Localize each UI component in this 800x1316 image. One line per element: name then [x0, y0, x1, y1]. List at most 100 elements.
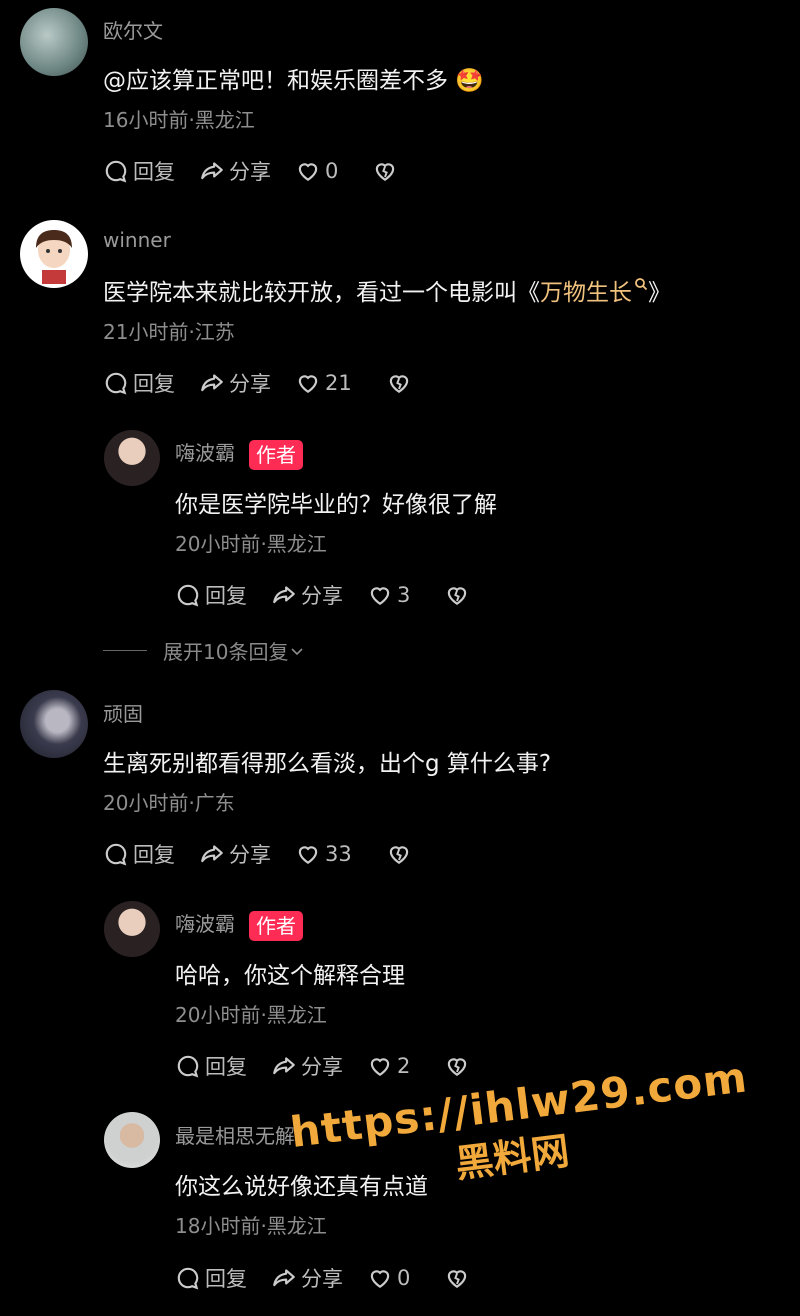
dislike-button[interactable]	[444, 1265, 474, 1291]
broken-heart-icon	[389, 846, 408, 864]
share-button[interactable]: 分享	[271, 1051, 343, 1081]
like-count: 2	[397, 1054, 411, 1078]
heart-icon	[370, 587, 390, 605]
share-label: 分享	[301, 1267, 343, 1291]
reply-button[interactable]: 回复	[175, 580, 247, 610]
comment-actions: 回复 分享 33	[103, 839, 440, 869]
comment-bubble-icon	[105, 372, 127, 395]
dislike-button[interactable]	[444, 582, 474, 608]
share-label: 分享	[229, 160, 271, 184]
share-button[interactable]: 分享	[271, 580, 343, 610]
expand-replies-button[interactable]: 展开10条回复	[103, 636, 306, 665]
reply-label: 回复	[205, 1055, 247, 1079]
dislike-button[interactable]	[386, 841, 416, 867]
comment-text-prefix: 医学院本来就比较开放，看过一个电影叫《	[103, 280, 540, 306]
reply-meta: 20小时前·黑龙江	[175, 532, 327, 556]
like-count: 21	[325, 371, 352, 395]
reply-button[interactable]: 回复	[175, 1263, 247, 1293]
comment-bubble-icon	[177, 1267, 199, 1290]
dislike-button[interactable]	[386, 370, 416, 396]
dislike-button[interactable]	[444, 1053, 474, 1079]
avatar[interactable]	[104, 1112, 160, 1168]
comment-meta: 21小时前·江苏	[103, 320, 235, 344]
heart-icon	[298, 375, 318, 393]
expand-replies-label: 展开10条回复	[163, 640, 289, 664]
reply-actions: 回复 分享 0	[175, 1263, 498, 1293]
like-button[interactable]: 33	[295, 841, 352, 867]
comment-actions: 回复 分享 21	[103, 368, 440, 398]
reply-username[interactable]: 最是相思无解	[175, 1120, 295, 1149]
reply-meta: 20小时前·黑龙江	[175, 1003, 327, 1027]
broken-heart-icon	[389, 375, 408, 393]
share-arrow-icon	[273, 586, 295, 604]
share-button[interactable]: 分享	[199, 156, 271, 186]
comment-actions: 回复 分享 0	[103, 156, 426, 186]
reply-button[interactable]: 回复	[103, 839, 175, 869]
search-link-text: 万物生长	[540, 280, 632, 306]
comment-username[interactable]: winner	[103, 228, 171, 252]
reply-label: 回复	[133, 843, 175, 867]
broken-heart-icon	[448, 1270, 467, 1288]
reply-label: 回复	[133, 160, 175, 184]
heart-icon	[370, 1270, 390, 1288]
reply-actions: 回复 分享 3	[175, 580, 498, 610]
like-count: 3	[397, 583, 411, 607]
like-button[interactable]: 0	[367, 1265, 410, 1291]
reply-label: 回复	[205, 1267, 247, 1291]
comment-username[interactable]: 欧尔文	[103, 15, 163, 44]
reply-button[interactable]: 回复	[103, 156, 175, 186]
avatar[interactable]	[20, 8, 88, 76]
like-count: 33	[325, 842, 352, 866]
search-icon	[635, 278, 648, 291]
comment-text: 生离死别都看得那么看淡，出个g 算什么事?	[103, 751, 552, 777]
reply-actions: 回复 分享 2	[175, 1051, 498, 1081]
avatar[interactable]	[104, 430, 160, 486]
like-count: 0	[325, 159, 339, 183]
broken-heart-icon	[376, 163, 395, 181]
reply-username-text: 嗨波霸	[175, 441, 235, 465]
comment-username[interactable]: 顽固	[103, 698, 143, 727]
comment-bubble-icon	[177, 1055, 199, 1078]
share-arrow-icon	[201, 845, 223, 863]
share-button[interactable]: 分享	[199, 839, 271, 869]
share-button[interactable]: 分享	[271, 1263, 343, 1293]
dislike-button[interactable]	[372, 158, 402, 184]
like-button[interactable]: 21	[295, 370, 352, 396]
like-button[interactable]: 0	[295, 158, 338, 184]
reply-meta: 18小时前·黑龙江	[175, 1214, 327, 1238]
reply-username-text: 嗨波霸	[175, 912, 235, 936]
like-button[interactable]: 3	[367, 582, 410, 608]
author-badge: 作者	[249, 910, 303, 941]
reply-username[interactable]: 嗨波霸 作者	[175, 908, 303, 941]
heart-icon	[298, 846, 318, 864]
heart-icon	[298, 163, 318, 181]
reply-username[interactable]: 嗨波霸 作者	[175, 437, 303, 470]
like-button[interactable]: 2	[367, 1053, 410, 1079]
author-badge: 作者	[249, 439, 303, 470]
comment-bubble-icon	[177, 584, 199, 607]
comment-text: @应该算正常吧！和娱乐圈差不多 🤩	[103, 68, 484, 94]
avatar[interactable]	[104, 901, 160, 957]
share-arrow-icon	[201, 162, 223, 180]
share-arrow-icon	[201, 374, 223, 392]
reply-button[interactable]: 回复	[175, 1051, 247, 1081]
broken-heart-icon	[448, 587, 467, 605]
avatar[interactable]	[20, 690, 88, 758]
share-label: 分享	[229, 843, 271, 867]
comment-text-suffix: 》	[648, 280, 671, 306]
search-link[interactable]: 万物生长	[540, 278, 648, 306]
share-label: 分享	[301, 584, 343, 608]
share-button[interactable]: 分享	[199, 368, 271, 398]
comment-bubble-icon	[105, 160, 127, 183]
divider	[103, 650, 147, 651]
heart-icon	[370, 1058, 390, 1076]
chevron-down-icon	[291, 647, 304, 655]
comment-bubble-icon	[105, 843, 127, 866]
comment-meta: 20小时前·广东	[103, 791, 235, 815]
reply-text: 哈哈，你这个解释合理	[175, 963, 405, 989]
share-label: 分享	[229, 372, 271, 396]
reply-button[interactable]: 回复	[103, 368, 175, 398]
comment-meta: 16小时前·黑龙江	[103, 108, 255, 132]
avatar[interactable]	[20, 220, 88, 288]
share-label: 分享	[301, 1055, 343, 1079]
